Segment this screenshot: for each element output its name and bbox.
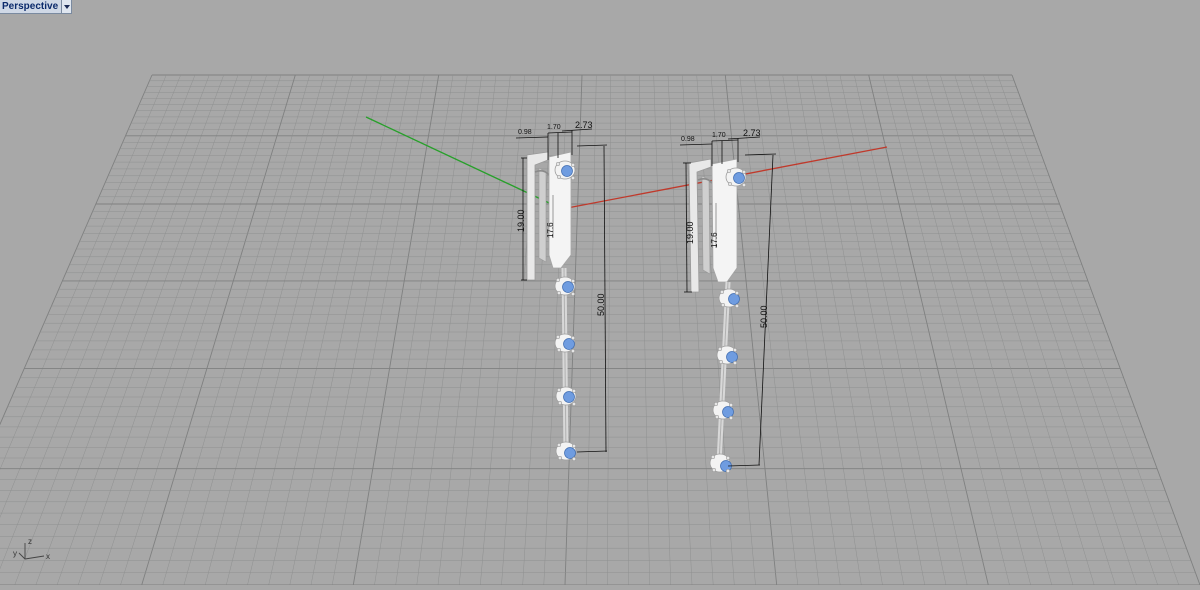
stone-setting [712, 400, 734, 421]
viewport-background [0, 0, 1200, 585]
dim-total-length: 50.00 [759, 305, 769, 328]
stone-setting [716, 345, 738, 366]
viewport-dropdown-button[interactable] [61, 0, 72, 13]
stone-setting [555, 386, 577, 407]
hook-inner [538, 167, 547, 263]
dim-top-left: 0.98 [681, 136, 695, 143]
dim-top-mid: 1.70 [712, 132, 726, 139]
widget-y-label: y [13, 549, 17, 558]
widget-z-label: z [28, 537, 32, 546]
viewport-title[interactable]: Perspective [0, 0, 61, 13]
widget-x-label: x [46, 552, 50, 561]
perspective-viewport[interactable]: Perspective 0.98 1.70 2.73 19.00 17.6 50… [0, 0, 1200, 586]
stone-setting [718, 288, 740, 309]
dim-top-left: 0.98 [518, 129, 532, 136]
dim-inner-length: 17.6 [710, 232, 719, 248]
dim-top-right: 2.73 [575, 120, 593, 130]
stone-setting [709, 453, 732, 474]
stone-setting [725, 167, 747, 188]
stone-setting [554, 333, 576, 354]
stone-setting [555, 441, 577, 462]
hook-inner [701, 175, 711, 275]
viewport-tab[interactable]: Perspective [0, 0, 73, 14]
dim-hook-height: 19.00 [516, 209, 526, 232]
dim-hook-height: 19.00 [685, 221, 695, 244]
stone-setting [554, 276, 576, 297]
dim-total-length: 50.00 [596, 293, 606, 316]
stone-setting [554, 160, 576, 181]
dim-top-right: 2.73 [743, 128, 761, 138]
chevron-down-icon [63, 4, 70, 9]
viewport-canvas[interactable]: 0.98 1.70 2.73 19.00 17.6 50.00 0.98 1.7… [0, 0, 1200, 586]
dim-top-mid: 1.70 [547, 124, 561, 131]
dim-inner-length: 17.6 [546, 222, 555, 238]
